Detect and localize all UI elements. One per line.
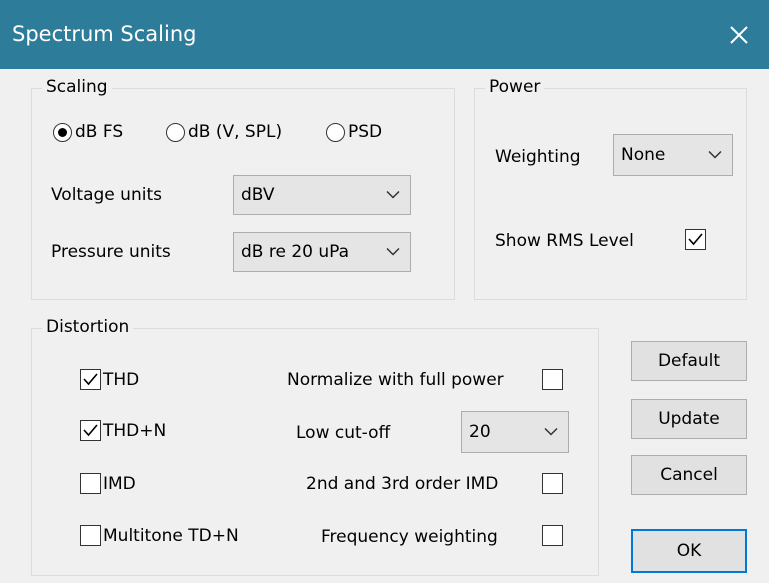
- freq-weighting-checkbox[interactable]: [542, 525, 563, 546]
- voltage-units-label: Voltage units: [51, 185, 162, 205]
- multitone-option[interactable]: Multitone TD+N: [80, 525, 239, 546]
- chevron-down-icon: [386, 247, 400, 256]
- voltage-units-value: dBV: [241, 185, 275, 205]
- close-button[interactable]: [709, 0, 769, 69]
- radio-psd-label: PSD: [348, 122, 383, 142]
- radio-db-v-spl[interactable]: dB (V, SPL): [166, 122, 282, 142]
- update-button-label: Update: [658, 409, 720, 429]
- scaling-group-label: Scaling: [42, 77, 112, 97]
- radio-selected-dot: [58, 127, 67, 137]
- normalize-checkbox[interactable]: [542, 369, 563, 390]
- multitone-checkbox[interactable]: [80, 525, 101, 546]
- pressure-units-select[interactable]: dB re 20 uPa: [233, 232, 411, 272]
- weighting-select[interactable]: None: [613, 134, 733, 176]
- weighting-value: None: [621, 145, 666, 165]
- radio-db-fs[interactable]: dB FS: [53, 122, 123, 142]
- chevron-down-icon: [386, 190, 400, 199]
- checkmark-icon: [83, 373, 98, 386]
- show-rms-label: Show RMS Level: [495, 231, 634, 251]
- thd-option[interactable]: THD: [80, 369, 139, 390]
- pressure-units-label: Pressure units: [51, 242, 171, 262]
- radio-db-fs-label: dB FS: [75, 122, 124, 142]
- pressure-units-value: dB re 20 uPa: [241, 242, 350, 262]
- radio-db-v-spl-label: dB (V, SPL): [188, 122, 283, 142]
- scaling-group: Scaling dB FS dB (V, SPL) PSD Voltage un…: [31, 77, 455, 300]
- lowcut-select[interactable]: 20: [461, 411, 569, 453]
- show-rms-checkbox[interactable]: [685, 229, 706, 250]
- thd-checkbox[interactable]: [80, 369, 101, 390]
- update-button[interactable]: Update: [631, 399, 747, 439]
- chevron-down-icon: [544, 427, 558, 436]
- ok-button-label: OK: [676, 541, 702, 561]
- thdn-label: THD+N: [103, 420, 167, 441]
- radio-psd-circle[interactable]: [326, 122, 345, 142]
- lowcut-value: 20: [469, 422, 491, 442]
- radio-psd[interactable]: PSD: [326, 122, 382, 142]
- distortion-group: Distortion THD THD+N IMD Multitone TD+N …: [31, 317, 599, 576]
- lowcut-label: Low cut-off: [296, 423, 391, 443]
- voltage-units-select[interactable]: dBV: [233, 175, 411, 215]
- thdn-checkbox[interactable]: [80, 420, 101, 441]
- imd-label: IMD: [103, 473, 136, 494]
- ok-button[interactable]: OK: [631, 529, 747, 573]
- imd-order-label: 2nd and 3rd order IMD: [306, 474, 499, 494]
- multitone-label: Multitone TD+N: [103, 525, 239, 546]
- checkmark-icon: [83, 424, 98, 437]
- distortion-group-label: Distortion: [42, 317, 134, 337]
- default-button[interactable]: Default: [631, 341, 747, 381]
- cancel-button-label: Cancel: [660, 465, 718, 485]
- normalize-label: Normalize with full power: [287, 370, 504, 390]
- imd-option[interactable]: IMD: [80, 473, 136, 494]
- thdn-option[interactable]: THD+N: [80, 420, 166, 441]
- power-group-label: Power: [485, 77, 545, 97]
- window-title: Spectrum Scaling: [12, 22, 197, 46]
- radio-db-fs-circle[interactable]: [53, 122, 72, 142]
- cancel-button[interactable]: Cancel: [631, 455, 747, 495]
- imd-checkbox[interactable]: [80, 473, 101, 494]
- checkmark-icon: [688, 233, 703, 246]
- thd-label: THD: [103, 369, 140, 390]
- radio-db-v-spl-circle[interactable]: [166, 122, 185, 142]
- chevron-down-icon: [708, 150, 722, 159]
- default-button-label: Default: [657, 351, 721, 371]
- imd-order-checkbox[interactable]: [542, 473, 563, 494]
- weighting-label: Weighting: [495, 147, 581, 167]
- dialog-body: Scaling dB FS dB (V, SPL) PSD Voltage un…: [0, 69, 769, 583]
- title-bar: Spectrum Scaling: [0, 0, 769, 69]
- freq-weighting-label: Frequency weighting: [321, 527, 498, 547]
- power-group: Power Weighting None Show RMS Level: [474, 77, 747, 300]
- close-icon: [730, 25, 748, 44]
